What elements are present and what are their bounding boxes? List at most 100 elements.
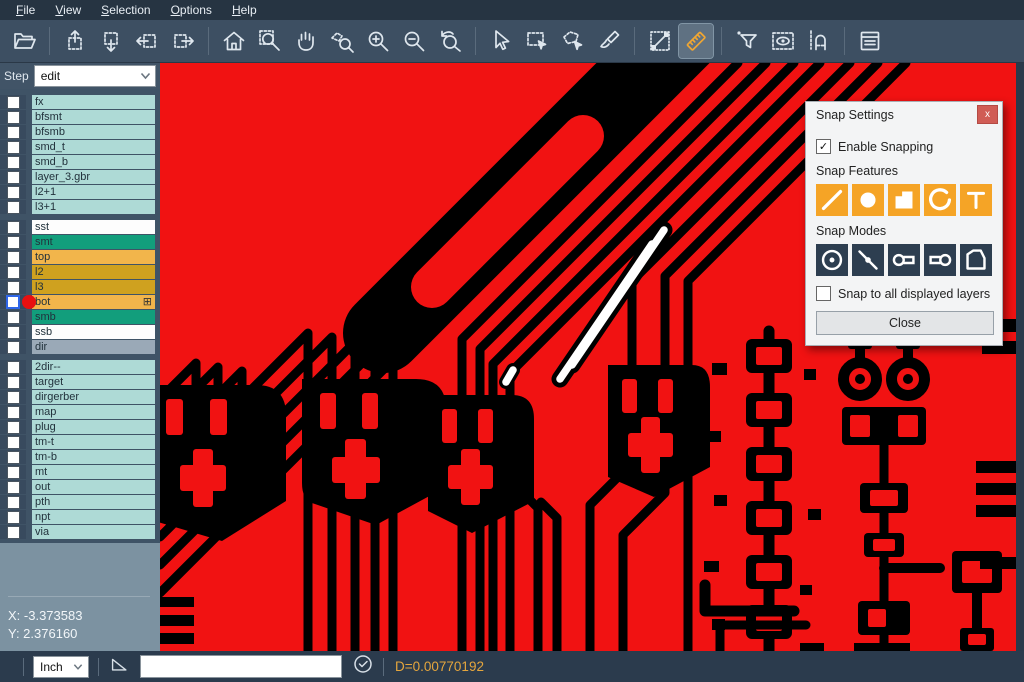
- layer-row-smd_b[interactable]: smd_b: [0, 155, 160, 169]
- layer-name[interactable]: fx: [32, 95, 155, 109]
- layer-name[interactable]: layer_3.gbr: [32, 170, 155, 184]
- menu-options[interactable]: Options: [161, 1, 222, 20]
- enable-snapping-row[interactable]: ✓ Enable Snapping: [816, 139, 992, 154]
- layer-name[interactable]: l2+1: [32, 185, 155, 199]
- zoom-window-button[interactable]: [253, 24, 287, 58]
- layer-row-sst[interactable]: sst: [0, 220, 160, 234]
- select-rectangle-button[interactable]: [520, 24, 554, 58]
- layer-row-layer_3.gbr[interactable]: layer_3.gbr: [0, 170, 160, 184]
- layer-visibility-checkbox[interactable]: [7, 311, 20, 324]
- snap-text-button[interactable]: [960, 184, 992, 216]
- layer-visibility-checkbox[interactable]: [7, 406, 20, 419]
- layer-row-tm-t[interactable]: tm-t: [0, 435, 160, 449]
- home-view-button[interactable]: [217, 24, 251, 58]
- layer-visibility-checkbox[interactable]: [7, 111, 20, 124]
- snap-pad-button[interactable]: [852, 184, 884, 216]
- layer-visibility-checkbox[interactable]: [7, 221, 20, 234]
- snap-all-layers-checkbox[interactable]: [816, 286, 831, 301]
- layer-name[interactable]: sst: [32, 220, 155, 234]
- snap-magnet-button[interactable]: [802, 24, 836, 58]
- measure-line-button[interactable]: [643, 24, 677, 58]
- layer-visibility-checkbox[interactable]: [7, 156, 20, 169]
- enable-snapping-checkbox[interactable]: ✓: [816, 139, 831, 154]
- layer-name[interactable]: via: [32, 525, 155, 539]
- select-arrow-button[interactable]: [484, 24, 518, 58]
- zoom-out-button[interactable]: [397, 24, 431, 58]
- snap-arc-button[interactable]: [924, 184, 956, 216]
- layer-name[interactable]: 2dir--: [32, 360, 155, 374]
- layer-visibility-checkbox[interactable]: [7, 141, 20, 154]
- layer-row-map[interactable]: map: [0, 405, 160, 419]
- layer-row-bfsmb[interactable]: bfsmb: [0, 125, 160, 139]
- menu-file[interactable]: File: [6, 1, 45, 20]
- layer-visibility-checkbox[interactable]: [7, 481, 20, 494]
- snap-pad-entry-right-button[interactable]: [888, 244, 920, 276]
- pan-up-button[interactable]: [58, 24, 92, 58]
- layer-row-2dir--[interactable]: 2dir--: [0, 360, 160, 374]
- unit-select[interactable]: Inch: [33, 656, 89, 678]
- layer-visibility-checkbox[interactable]: [7, 496, 20, 509]
- measure-ruler-button[interactable]: [679, 24, 713, 58]
- layer-row-target[interactable]: target: [0, 375, 160, 389]
- pan-down-button[interactable]: [94, 24, 128, 58]
- recalc-icon[interactable]: [352, 653, 374, 680]
- layer-row-l2+1[interactable]: l2+1: [0, 185, 160, 199]
- layer-name[interactable]: out: [32, 480, 155, 494]
- menu-help[interactable]: Help: [222, 1, 267, 20]
- layer-name[interactable]: top: [32, 250, 155, 264]
- layer-visibility-checkbox[interactable]: [7, 391, 20, 404]
- layer-name[interactable]: dirgerber: [32, 390, 155, 404]
- layer-visibility-checkbox[interactable]: [7, 451, 20, 464]
- layer-row-pth[interactable]: pth: [0, 495, 160, 509]
- layer-name[interactable]: bot⊞: [32, 295, 155, 309]
- layer-row-plug[interactable]: plug: [0, 420, 160, 434]
- layer-name[interactable]: smd_t: [32, 140, 155, 154]
- layer-row-fx[interactable]: fx: [0, 95, 160, 109]
- pan-left-button[interactable]: [130, 24, 164, 58]
- select-brush-button[interactable]: [592, 24, 626, 58]
- layer-row-bfsmt[interactable]: bfsmt: [0, 110, 160, 124]
- zoom-polygon-button[interactable]: [325, 24, 359, 58]
- layer-visibility-checkbox[interactable]: [7, 361, 20, 374]
- layer-name[interactable]: plug: [32, 420, 155, 434]
- layer-visibility-checkbox[interactable]: [7, 126, 20, 139]
- snap-all-layers-row[interactable]: Snap to all displayed layers: [816, 286, 992, 301]
- layer-visibility-checkbox[interactable]: [7, 526, 20, 539]
- layer-visibility-checkbox[interactable]: [7, 236, 20, 249]
- layer-row-smd_t[interactable]: smd_t: [0, 140, 160, 154]
- close-button[interactable]: Close: [816, 311, 994, 335]
- layer-row-l2[interactable]: l2: [0, 265, 160, 279]
- layer-grid-icon[interactable]: ⊞: [143, 295, 152, 309]
- layer-row-out[interactable]: out: [0, 480, 160, 494]
- layer-visibility-checkbox[interactable]: [7, 266, 20, 279]
- layer-name[interactable]: target: [32, 375, 155, 389]
- layer-name[interactable]: npt: [32, 510, 155, 524]
- layer-name[interactable]: l2: [32, 265, 155, 279]
- snap-line-button[interactable]: [816, 184, 848, 216]
- layer-name[interactable]: bfsmb: [32, 125, 155, 139]
- snap-contour-button[interactable]: [960, 244, 992, 276]
- layer-visibility-checkbox[interactable]: [7, 421, 20, 434]
- layer-visibility-checkbox[interactable]: [7, 341, 20, 354]
- layer-name[interactable]: bfsmt: [32, 110, 155, 124]
- snap-pad-entry-left-button[interactable]: [924, 244, 956, 276]
- layer-name[interactable]: l3+1: [32, 200, 155, 214]
- layer-name[interactable]: map: [32, 405, 155, 419]
- layer-visibility-checkbox[interactable]: [7, 251, 20, 264]
- measure-value-input[interactable]: [140, 655, 342, 678]
- layer-row-tm-b[interactable]: tm-b: [0, 450, 160, 464]
- layer-row-mt[interactable]: mt: [0, 465, 160, 479]
- select-polygon-button[interactable]: [556, 24, 590, 58]
- layer-row-npt[interactable]: npt: [0, 510, 160, 524]
- layer-visibility-checkbox[interactable]: [6, 295, 20, 309]
- zoom-in-button[interactable]: [361, 24, 395, 58]
- close-icon[interactable]: x: [977, 105, 998, 124]
- layer-name[interactable]: l3: [32, 280, 155, 294]
- pcb-viewport[interactable]: Snap Settings x ✓ Enable Snapping Snap F…: [160, 63, 1016, 651]
- step-select[interactable]: edit: [34, 65, 156, 87]
- layer-row-ssb[interactable]: ssb: [0, 325, 160, 339]
- layer-visibility-checkbox[interactable]: [7, 186, 20, 199]
- zoom-previous-button[interactable]: [433, 24, 467, 58]
- layer-visibility-checkbox[interactable]: [7, 326, 20, 339]
- layer-name[interactable]: mt: [32, 465, 155, 479]
